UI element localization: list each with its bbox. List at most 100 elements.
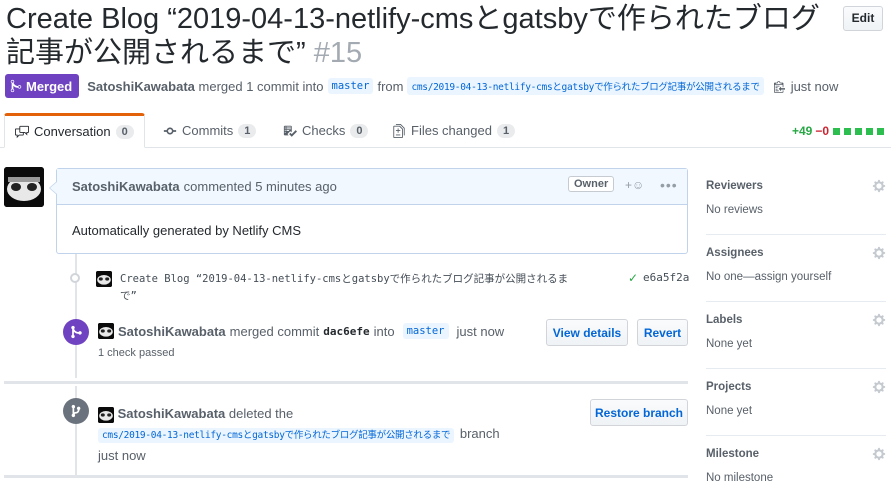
gear-icon[interactable] (872, 313, 886, 327)
pr-meta: Merged SatoshiKawabata merged 1 commit i… (5, 74, 885, 98)
commit-dot-icon (70, 273, 80, 283)
tab-files-changed[interactable]: Files changed 1 (392, 113, 516, 148)
sidebar-title: Assignees (706, 247, 764, 259)
tab-conversation[interactable]: Conversation 0 (4, 113, 145, 148)
tab-label: Files changed (411, 123, 492, 138)
delete-avatar[interactable] (98, 406, 114, 423)
merge-time[interactable]: just now (457, 324, 505, 339)
meta-time: just now (790, 78, 839, 94)
tab-counter: 0 (115, 124, 134, 139)
merge-action: merged commit (229, 323, 320, 339)
gear-icon[interactable] (872, 380, 886, 394)
sidebar: Reviewers No reviews Assignees No one—as… (706, 168, 886, 486)
check-icon[interactable]: ✓ (628, 271, 638, 285)
merge-branch[interactable]: master (402, 323, 449, 339)
meta-action: merged 1 commit into (198, 78, 324, 94)
sidebar-title: Milestone (706, 448, 760, 460)
clipboard-icon[interactable] (773, 80, 785, 93)
merge-sha[interactable]: dac6efe (323, 325, 369, 338)
edit-button[interactable]: Edit (843, 6, 883, 31)
pr-tabs: Conversation 0 Commits 1 Checks 0 Files … (0, 113, 891, 148)
sidebar-title: Projects (706, 381, 752, 393)
sidebar-projects: Projects None yet (706, 369, 886, 436)
tab-counter: 1 (238, 123, 257, 138)
merge-into: into (373, 323, 395, 339)
author-avatar[interactable] (4, 167, 44, 207)
merge-author[interactable]: SatoshiKawabata (118, 324, 226, 339)
diffstat-block (833, 127, 840, 135)
gear-icon[interactable] (872, 246, 886, 260)
tab-checks[interactable]: Checks 0 (283, 113, 369, 148)
sidebar-value: None yet (706, 405, 753, 417)
diffstat-block (855, 127, 862, 135)
checks-status: 1 check passed (98, 347, 175, 359)
delete-branch-event: SatoshiKawabata deleted the cms/2019-04-… (98, 404, 578, 466)
meta-author-link[interactable]: SatoshiKawabata (87, 79, 195, 94)
head-branch[interactable]: cms/2019-04-13-netlify-cmsとgatsbyで作られたブロ… (407, 77, 764, 95)
comment-author[interactable]: SatoshiKawabata (72, 179, 180, 194)
tab-counter: 0 (350, 123, 369, 138)
pr-title-text: Create Blog “2019-04-13-netlify-cmsとgats… (6, 3, 820, 69)
avatar-image (4, 167, 44, 207)
tab-counter: 1 (496, 123, 516, 138)
restore-branch-button[interactable]: Restore branch (590, 399, 688, 426)
delete-time[interactable]: just now (98, 448, 146, 463)
sidebar-labels: Labels None yet (706, 302, 886, 369)
sidebar-assignees: Assignees No one—assign yourself (706, 235, 886, 302)
timeline-divider (4, 381, 688, 384)
tab-commits[interactable]: Commits 1 (163, 113, 257, 148)
sidebar-value: None yet (706, 338, 753, 350)
delete-action: deleted the (228, 406, 294, 421)
gear-icon[interactable] (872, 179, 886, 193)
merged-status-label: Merged (26, 78, 73, 94)
tab-label: Commits (182, 123, 234, 138)
delete-branch-word: branch (459, 426, 500, 441)
comment-box: SatoshiKawabata commented 5 minutes ago … (49, 168, 688, 254)
base-branch[interactable]: master (327, 78, 374, 94)
checklist-icon (283, 125, 297, 137)
merged-status-badge: Merged (5, 74, 80, 98)
sidebar-milestone: Milestone No milestone (706, 436, 886, 486)
kebab-menu-icon[interactable]: ••• (660, 177, 678, 193)
owner-badge: Owner (568, 176, 615, 192)
commit-item: Create Blog “2019-04-13-netlify-cmsとgats… (68, 268, 689, 306)
diffstat-block (866, 127, 873, 135)
comment-arrow (49, 181, 57, 195)
commit-avatar[interactable] (96, 271, 112, 287)
gear-icon[interactable] (872, 447, 886, 461)
merge-event: SatoshiKawabata merged commit dac6efe in… (98, 323, 504, 339)
revert-button[interactable]: Revert (637, 319, 688, 346)
pr-title: Create Blog “2019-04-13-netlify-cmsとgats… (6, 2, 826, 70)
file-diff-icon (393, 123, 405, 138)
timeline-divider (4, 475, 688, 478)
sidebar-title: Reviewers (706, 180, 763, 192)
commit-message[interactable]: Create Blog “2019-04-13-netlify-cmsとgats… (120, 271, 580, 305)
merge-avatar[interactable] (98, 323, 114, 339)
comment-action[interactable]: commented 5 minutes ago (184, 179, 337, 194)
diffstat-block (844, 127, 851, 135)
sidebar-reviewers: Reviewers No reviews (706, 168, 886, 235)
git-commit-icon (163, 127, 177, 134)
comment-body: Automatically generated by Netlify CMS (72, 223, 302, 238)
pr-number: #15 (313, 37, 363, 69)
commit-sha[interactable]: e6a5f2a (643, 271, 689, 284)
merge-event-icon (63, 319, 89, 345)
diffstat-additions: +49 (791, 124, 813, 138)
add-reaction-icon[interactable]: +☺ (625, 178, 644, 192)
comment-header: SatoshiKawabata commented 5 minutes ago … (57, 169, 687, 205)
tab-label: Checks (302, 123, 346, 138)
sidebar-value[interactable]: No one—assign yourself (706, 271, 831, 283)
diffstat-block (877, 127, 884, 135)
sidebar-value: No reviews (706, 204, 763, 216)
sidebar-title: Labels (706, 314, 743, 326)
delete-author[interactable]: SatoshiKawabata (118, 406, 226, 421)
tab-label: Conversation (34, 124, 111, 139)
view-details-button[interactable]: View details (546, 319, 628, 346)
git-merge-icon (10, 79, 22, 93)
deleted-branch: cms/2019-04-13-netlify-cmsとgatsbyで作られたブロ… (98, 428, 455, 443)
diffstat: +49 −0 (792, 124, 884, 138)
diffstat-deletions: −0 (815, 124, 829, 138)
comment-discussion-icon (15, 125, 29, 138)
sidebar-value: No milestone (706, 472, 774, 484)
branch-delete-icon (63, 398, 89, 424)
